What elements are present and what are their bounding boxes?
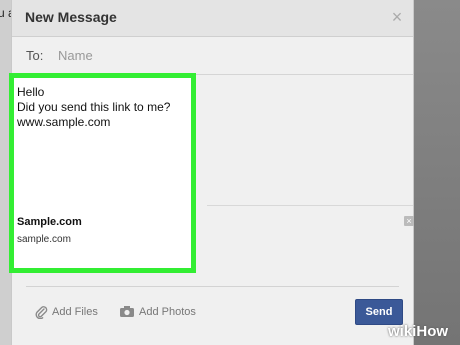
send-button[interactable]: Send [355, 299, 403, 325]
add-photos-label: Add Photos [139, 305, 196, 318]
camera-icon [120, 306, 134, 317]
footer-divider [26, 286, 399, 287]
message-body[interactable]: Hello Did you send this link to me? www.… [17, 85, 189, 130]
watermark-wiki: wiki [388, 323, 417, 340]
remove-preview-icon[interactable]: × [404, 216, 414, 226]
wikihow-watermark: wikiHow [388, 323, 448, 340]
add-files-label: Add Files [52, 306, 98, 318]
watermark-how: How [416, 323, 449, 340]
recipient-input[interactable] [48, 45, 388, 65]
to-label: To: [26, 48, 44, 63]
message-composer[interactable]: Hello Did you send this link to me? www.… [9, 73, 196, 273]
link-preview-title: Sample.com [17, 216, 82, 228]
recipient-row: To: [12, 37, 413, 75]
message-line: Did you send this link to me? [17, 100, 171, 114]
dialog-header: New Message × [12, 0, 413, 37]
link-preview-url: sample.com [17, 234, 71, 245]
dialog-title: New Message [25, 9, 117, 25]
close-icon[interactable]: × [387, 7, 407, 27]
add-photos-button[interactable]: Add Photos [119, 305, 196, 318]
add-files-button[interactable]: Add Files [34, 305, 98, 319]
link-preview-card: × [207, 205, 414, 286]
message-line: www.sample.com [17, 115, 111, 129]
paperclip-icon [35, 306, 48, 319]
message-line: Hello [17, 85, 45, 99]
